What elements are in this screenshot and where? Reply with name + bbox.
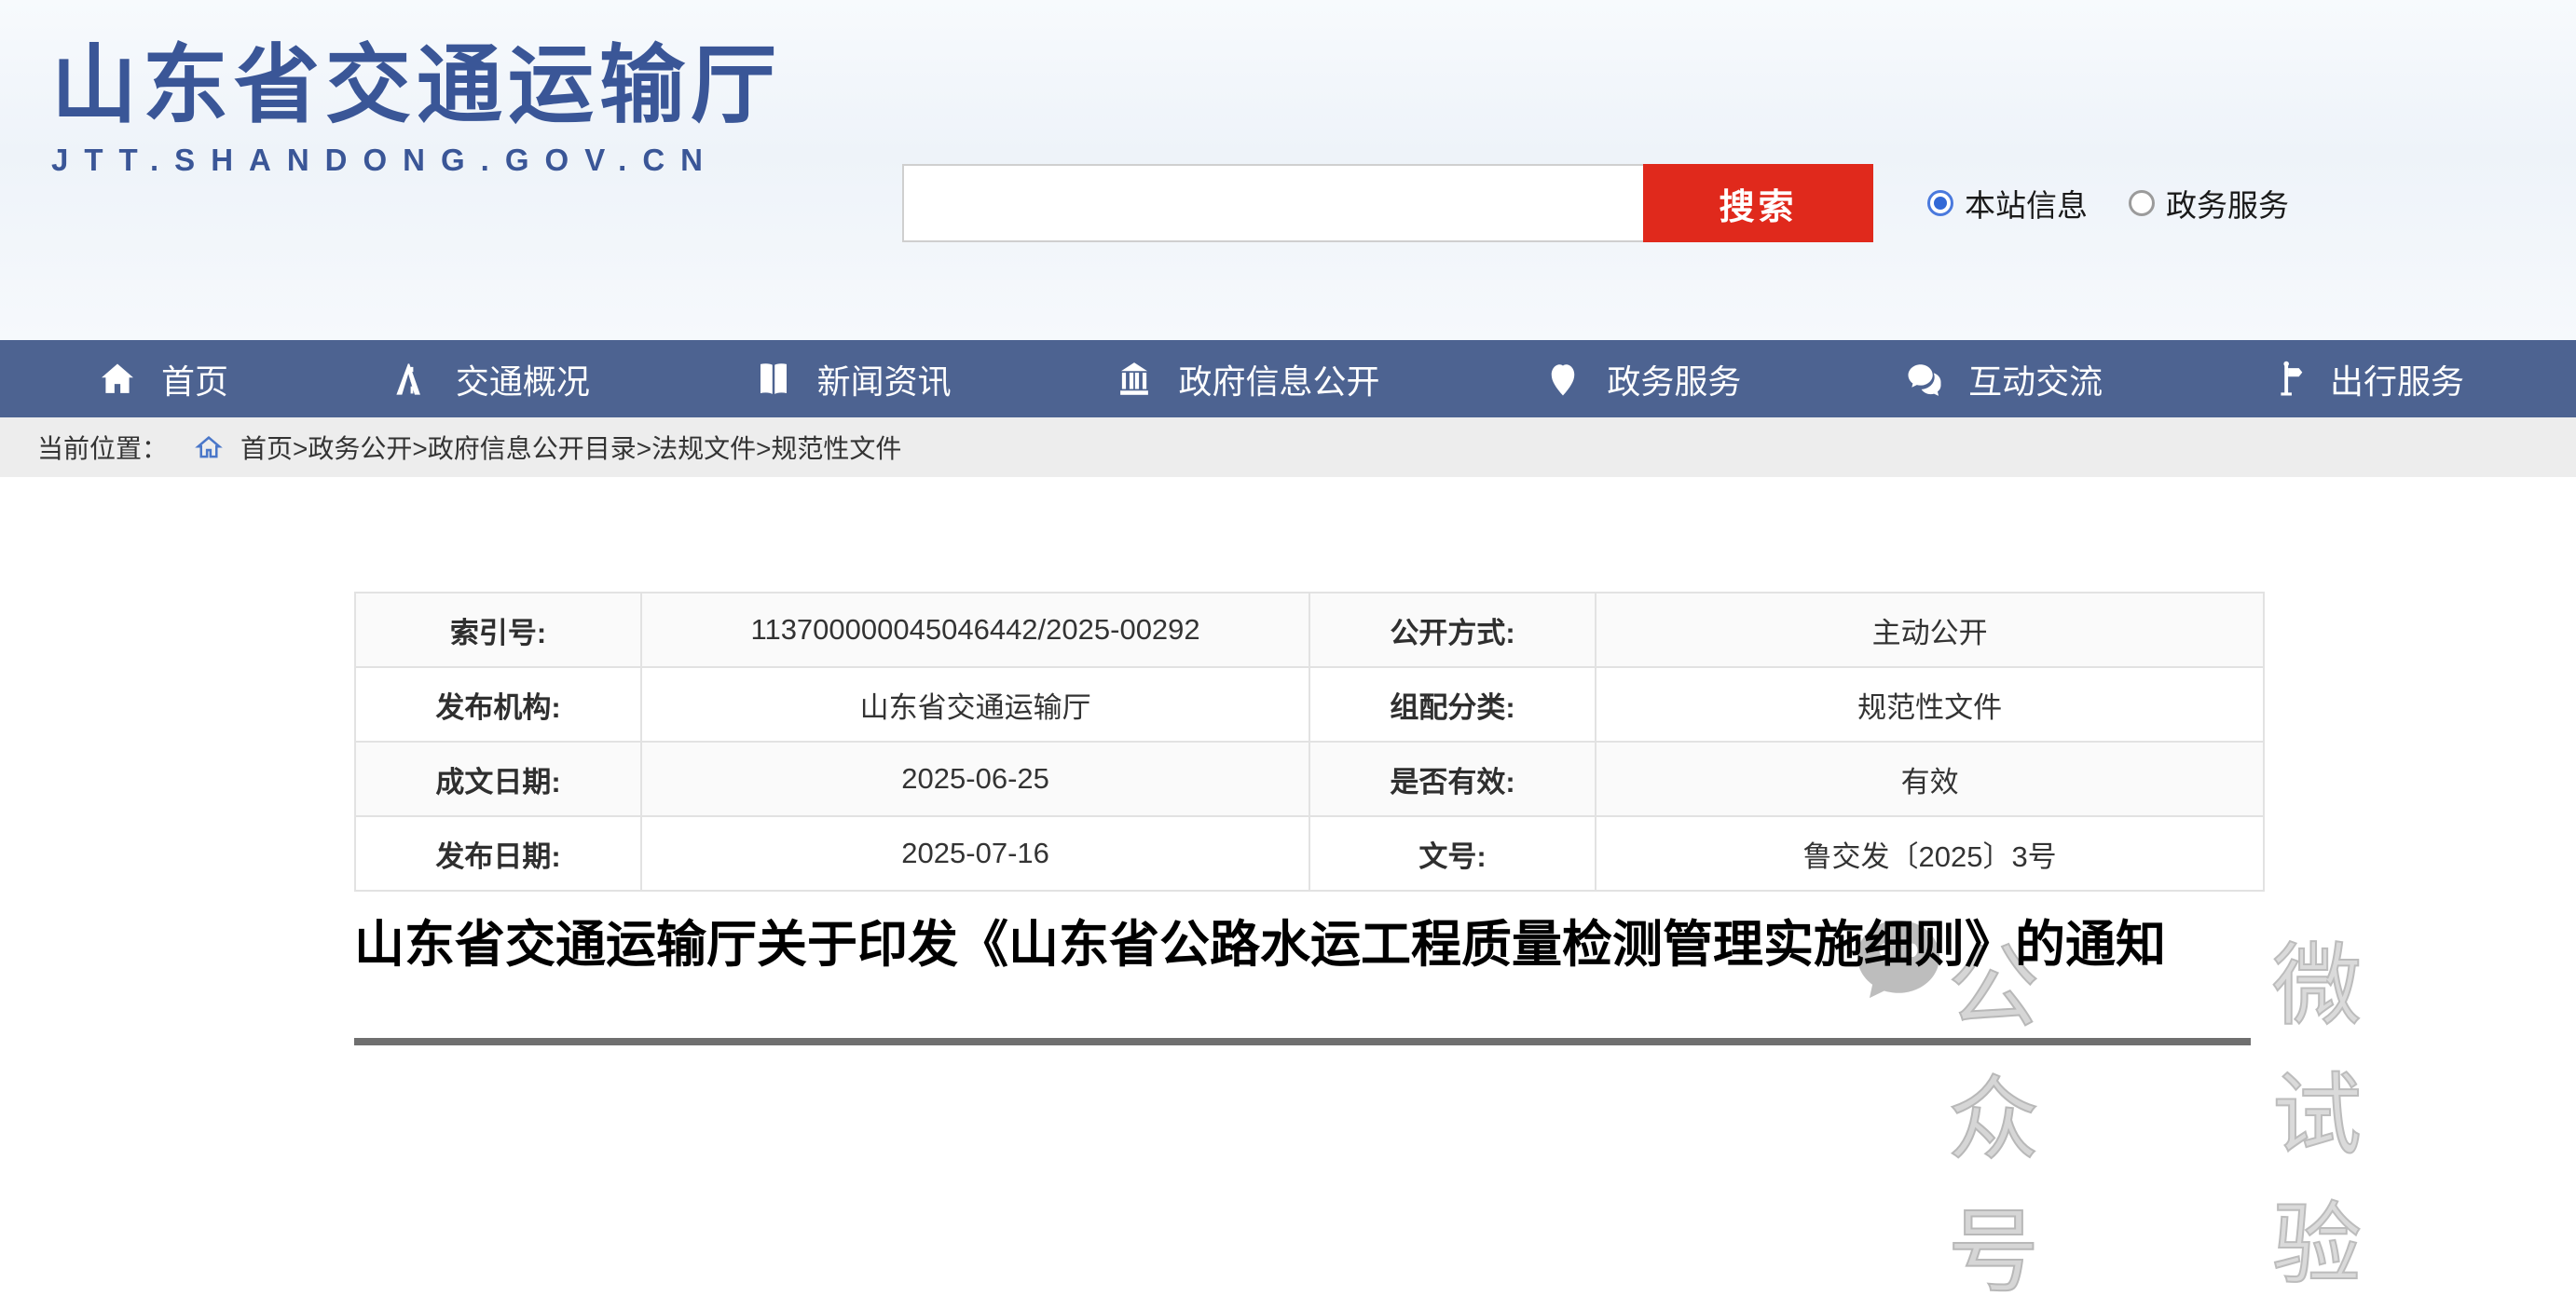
nav-item-label: 首页 bbox=[161, 355, 228, 403]
radio-label: 政务服务 bbox=[2166, 181, 2289, 225]
meta-value-category: 规范性文件 bbox=[1596, 667, 2264, 742]
meta-value-index-no: 113700000045046442/2025-00292 bbox=[641, 593, 1309, 667]
meta-value-doc-number: 鲁交发〔2025〕3号 bbox=[1596, 816, 2264, 891]
meta-label-issuing-agency: 发布机构: bbox=[355, 667, 641, 742]
meta-label-index-no: 索引号: bbox=[355, 593, 641, 667]
site-title: 山东省交通运输厅 bbox=[51, 39, 782, 133]
nav-item-label: 交通概况 bbox=[456, 355, 590, 403]
nav-item-traffic-overview[interactable]: 交通概况 bbox=[392, 355, 590, 403]
radio-site-info[interactable]: 本站信息 bbox=[1927, 181, 2088, 225]
meta-label-validity: 是否有效: bbox=[1309, 742, 1596, 816]
document-content: 公众号 微试验 索引号: 113700000045046442/2025-002… bbox=[0, 477, 2576, 1064]
search-button[interactable]: 搜索 bbox=[1643, 164, 1873, 242]
page: 山东省交通运输厅 JTT.SHANDONG.GOV.CN 搜索 本站信息 政务服… bbox=[0, 0, 2576, 1064]
nav-item-travel-service[interactable]: 出行服务 bbox=[2267, 355, 2464, 403]
table-row: 成文日期: 2025-06-25 是否有效: 有效 bbox=[355, 742, 2264, 816]
radio-gov-service[interactable]: 政务服务 bbox=[2129, 181, 2289, 225]
meta-label-publish-date: 发布日期: bbox=[355, 816, 641, 891]
table-row: 发布日期: 2025-07-16 文号: 鲁交发〔2025〕3号 bbox=[355, 816, 2264, 891]
nav-item-label: 出行服务 bbox=[2330, 355, 2464, 403]
nav-item-news[interactable]: 新闻资讯 bbox=[754, 355, 952, 403]
radio-unselected-icon[interactable] bbox=[2129, 190, 2155, 216]
nav-item-label: 互动交流 bbox=[1968, 355, 2103, 403]
meta-label-publicity-mode: 公开方式: bbox=[1309, 593, 1596, 667]
radio-selected-icon[interactable] bbox=[1927, 190, 1953, 216]
meta-label-doc-number: 文号: bbox=[1309, 816, 1596, 891]
nav-item-gov-service[interactable]: 政务服务 bbox=[1543, 355, 1741, 403]
page-title: 山东省交通运输厅关于印发《山东省公路水运工程质量检测管理实施细则》的通知 bbox=[354, 915, 2246, 976]
chat-icon bbox=[1905, 360, 1944, 399]
nav-item-label: 新闻资讯 bbox=[817, 355, 952, 403]
home-icon bbox=[194, 432, 224, 462]
nav-item-label: 政府信息公开 bbox=[1178, 355, 1379, 403]
meta-value-publicity-mode: 主动公开 bbox=[1596, 593, 2264, 667]
meta-value-publish-date: 2025-07-16 bbox=[641, 816, 1309, 891]
site-subtitle: JTT.SHANDONG.GOV.CN bbox=[51, 143, 782, 178]
news-icon bbox=[754, 360, 793, 399]
gov-building-icon bbox=[1115, 360, 1154, 399]
meta-label-written-date: 成文日期: bbox=[355, 742, 641, 816]
meta-label-category: 组配分类: bbox=[1309, 667, 1596, 742]
nav-item-gov-info[interactable]: 政府信息公开 bbox=[1115, 355, 1379, 403]
search-scopes: 本站信息 政务服务 bbox=[1927, 181, 2289, 225]
heart-icon bbox=[1543, 360, 1583, 399]
meta-value-written-date: 2025-06-25 bbox=[641, 742, 1309, 816]
site-logo: 山东省交通运输厅 JTT.SHANDONG.GOV.CN bbox=[51, 39, 782, 178]
breadcrumb: 当前位置： 首页>政务公开>政府信息公开目录>法规文件>规范性文件 bbox=[0, 417, 2576, 477]
signpost-icon bbox=[2267, 360, 2306, 399]
site-header: 山东省交通运输厅 JTT.SHANDONG.GOV.CN 搜索 本站信息 政务服… bbox=[0, 0, 2576, 340]
breadcrumb-prefix: 当前位置： bbox=[37, 429, 168, 466]
radio-label: 本站信息 bbox=[1965, 181, 2088, 225]
nav-item-interaction[interactable]: 互动交流 bbox=[1905, 355, 2103, 403]
nav-item-label: 政务服务 bbox=[1607, 355, 1741, 403]
table-row: 发布机构: 山东省交通运输厅 组配分类: 规范性文件 bbox=[355, 667, 2264, 742]
nav-item-home[interactable]: 首页 bbox=[98, 355, 228, 403]
home-icon bbox=[98, 360, 137, 399]
title-divider bbox=[354, 1038, 2251, 1045]
main-nav: 首页 交通概况 新闻资讯 政府信息公开 政务服务 互动交流 出行服务 bbox=[0, 340, 2576, 417]
meta-value-issuing-agency: 山东省交通运输厅 bbox=[641, 667, 1309, 742]
breadcrumb-path[interactable]: 首页>政务公开>政府信息公开目录>法规文件>规范性文件 bbox=[240, 429, 901, 466]
meta-value-validity: 有效 bbox=[1596, 742, 2264, 816]
watermark-text-weishiyan: 微试验 bbox=[2272, 913, 2367, 1302]
search-area: 搜索 本站信息 政务服务 bbox=[902, 164, 2289, 242]
doc-meta-table: 索引号: 113700000045046442/2025-00292 公开方式:… bbox=[354, 592, 2265, 892]
search-input[interactable] bbox=[902, 164, 1643, 242]
road-icon bbox=[392, 360, 432, 399]
table-row: 索引号: 113700000045046442/2025-00292 公开方式:… bbox=[355, 593, 2264, 667]
